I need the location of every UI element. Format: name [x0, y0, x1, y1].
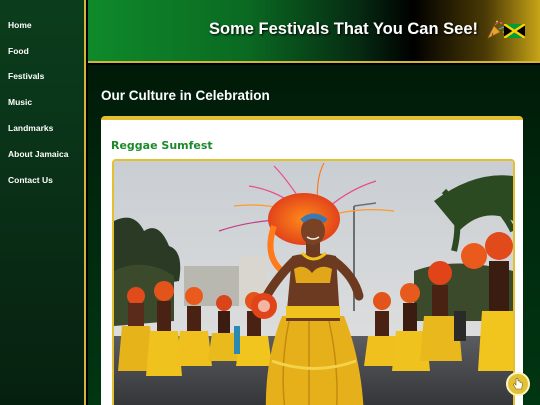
sidebar-nav: Home Food Festivals Music Landmarks Abou…: [0, 0, 86, 405]
header-banner: Some Festivals That You Can See!: [88, 0, 540, 63]
nav-item-home[interactable]: Home: [0, 12, 84, 38]
section-title: Our Culture in Celebration: [101, 88, 270, 103]
carnival-dancer-photo: [112, 159, 515, 405]
nav-item-food[interactable]: Food: [0, 38, 84, 64]
nav-item-music[interactable]: Music: [0, 89, 84, 115]
page-title: Some Festivals That You Can See!: [209, 20, 478, 38]
nav-item-landmarks[interactable]: Landmarks: [0, 115, 84, 141]
festival-card: Reggae Sumfest: [101, 116, 523, 405]
jamaica-flag-icon: [504, 24, 525, 38]
main-content: Our Culture in Celebration Reggae Sumfes…: [88, 65, 540, 405]
party-popper-icon: [487, 20, 505, 39]
nav-item-contact-us[interactable]: Contact Us: [0, 167, 84, 193]
nav-item-festivals[interactable]: Festivals: [0, 64, 84, 90]
scroll-to-top-button[interactable]: [506, 372, 530, 396]
cursor-hand-icon: [513, 378, 523, 390]
nav-item-about-jamaica[interactable]: About Jamaica: [0, 141, 84, 167]
card-title: Reggae Sumfest: [111, 139, 213, 152]
